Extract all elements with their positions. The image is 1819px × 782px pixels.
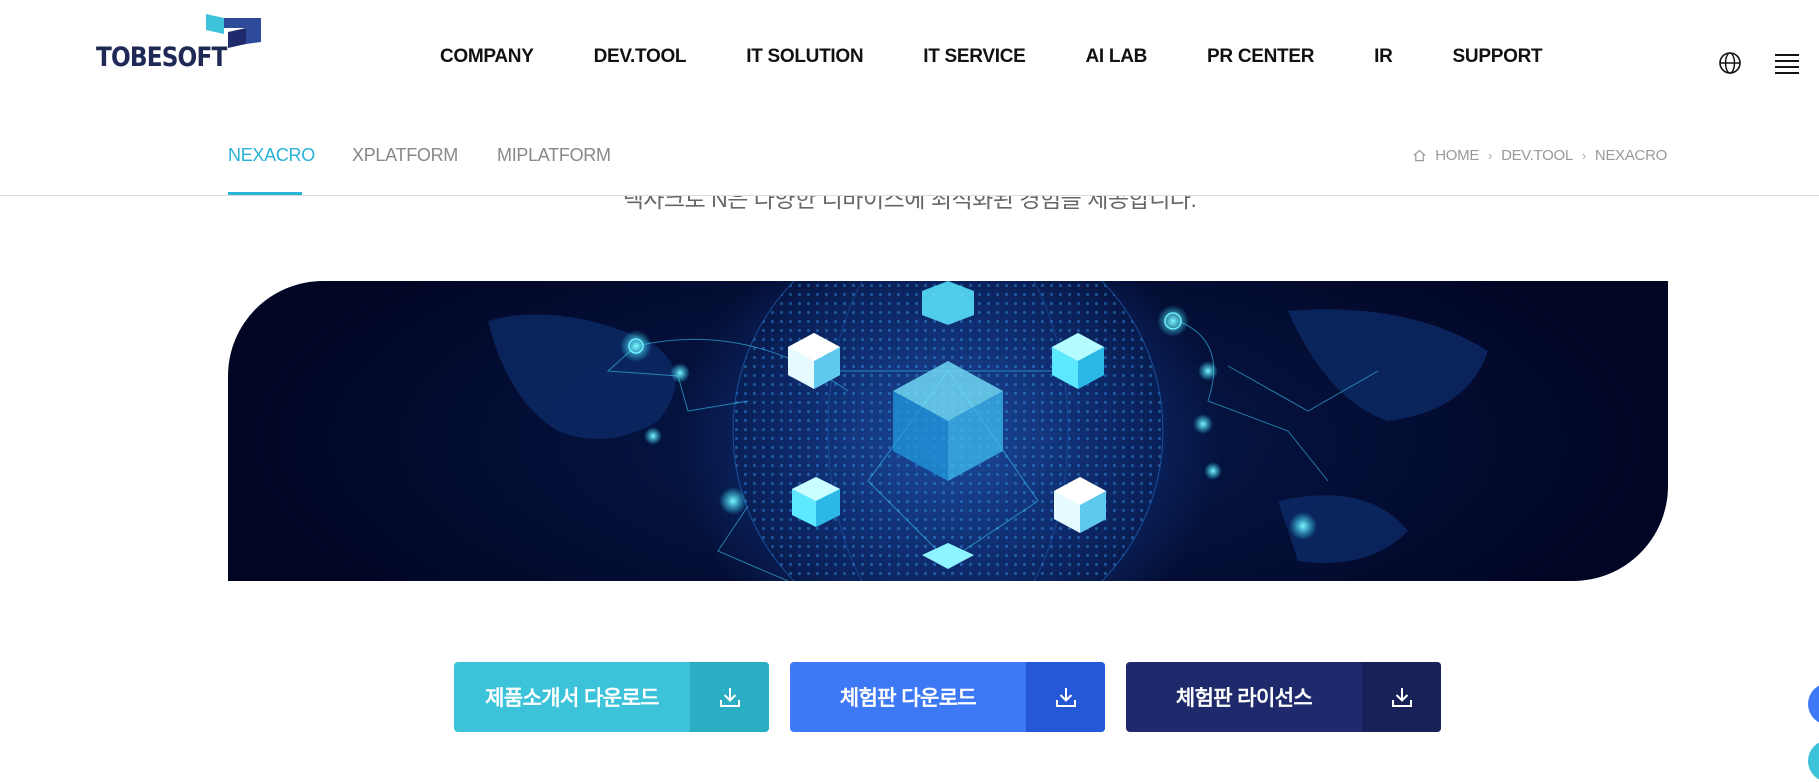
- chevron-right-icon: ›: [1488, 148, 1493, 163]
- nav-pr-center[interactable]: PR CENTER: [1207, 46, 1314, 68]
- trial-download-label: 체험판 다운로드: [839, 687, 977, 710]
- nav-it-service[interactable]: IT SERVICE: [923, 46, 1026, 68]
- tab-nexacro[interactable]: NEXACRO: [228, 145, 315, 166]
- breadcrumb-home[interactable]: HOME: [1435, 147, 1479, 164]
- tab-miplatform[interactable]: MIPLATFORM: [497, 145, 611, 166]
- nav-support[interactable]: SUPPORT: [1453, 46, 1543, 68]
- hero-banner: [228, 281, 1668, 581]
- chevron-right-icon: ›: [1581, 148, 1586, 163]
- nav-dev-tool[interactable]: DEV.TOOL: [594, 46, 687, 68]
- tobesoft-logo[interactable]: TOBESOFT: [96, 14, 261, 76]
- floating-top-button[interactable]: [1808, 740, 1819, 782]
- site-header: TOBESOFT COMPANY DEV.TOOL IT SOLUTION IT…: [0, 0, 1819, 118]
- nav-it-solution[interactable]: IT SOLUTION: [746, 46, 863, 68]
- breadcrumb-nexacro: NEXACRO: [1594, 147, 1667, 164]
- nav-ir[interactable]: IR: [1374, 46, 1393, 68]
- tab-xplatform[interactable]: XPLATFORM: [352, 145, 458, 166]
- download-icon: [719, 688, 740, 707]
- trial-license-label: 체험판 라이선스: [1175, 687, 1313, 710]
- home-icon: [1413, 149, 1426, 162]
- trial-download-button[interactable]: 체험판 다운로드: [790, 662, 1105, 732]
- active-tab-indicator: [228, 192, 302, 195]
- globe-network-image: [488, 281, 1488, 581]
- brochure-download-button[interactable]: 제품소개서 다운로드: [454, 662, 769, 732]
- logo-text: TOBESOFT: [96, 42, 227, 73]
- floating-chat-button[interactable]: [1808, 683, 1819, 725]
- global-nav: COMPANY DEV.TOOL IT SOLUTION IT SERVICE …: [440, 46, 1543, 68]
- brochure-download-label: 제품소개서 다운로드: [485, 687, 659, 710]
- globe-icon[interactable]: [1718, 51, 1742, 75]
- breadcrumb-dev-tool[interactable]: DEV.TOOL: [1501, 147, 1573, 164]
- nav-ai-lab[interactable]: AI LAB: [1086, 46, 1148, 68]
- download-icon: [1391, 688, 1412, 707]
- breadcrumb: HOME › DEV.TOOL › NEXACRO: [1413, 147, 1667, 164]
- download-icon: [1055, 688, 1076, 707]
- menu-icon[interactable]: [1775, 52, 1799, 74]
- trial-license-button[interactable]: 체험판 라이선스: [1126, 662, 1441, 732]
- sub-nav: NEXACRO XPLATFORM MIPLATFORM HOME › DEV.…: [0, 118, 1819, 196]
- nav-company[interactable]: COMPANY: [440, 46, 534, 68]
